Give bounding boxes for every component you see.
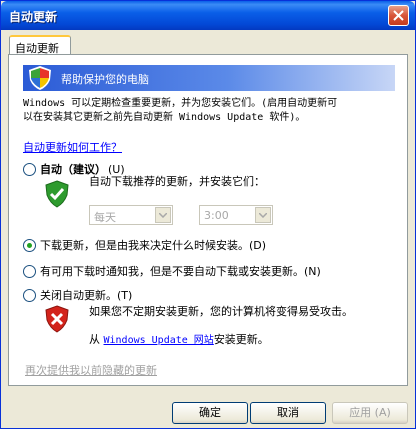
- time-select-value: 3:00: [204, 209, 229, 222]
- how-it-works-link[interactable]: 自动更新如何工作？: [23, 139, 122, 155]
- windows-update-prefix: 从: [89, 333, 100, 346]
- close-button[interactable]: [388, 5, 409, 26]
- radio-turn-off-circle[interactable]: [23, 288, 36, 302]
- green-shield-icon: [45, 180, 69, 208]
- turn-off-warning: 如果您不定期安装更新，您的计算机将变得易受攻击。: [89, 305, 353, 318]
- header-title: 帮助保护您的电脑: [61, 73, 149, 86]
- day-select-arrow[interactable]: [155, 207, 171, 223]
- radio-notify-only-circle[interactable]: [23, 264, 36, 278]
- red-shield-icon: [45, 305, 69, 333]
- tab-auto-update[interactable]: 自动更新: [9, 35, 71, 55]
- offer-hidden-updates-link[interactable]: 再次提供我以前隐藏的更新: [25, 362, 157, 378]
- radio-turn-off-label: 关闭自动更新。(T): [40, 289, 133, 302]
- auto-update-dialog: 自动更新 自动更新 帮助保护您的电脑 Windows 可以定期检查重要更新，并为…: [0, 0, 416, 429]
- description: Windows 可以定期检查重要更新，并为您安装它们。(启用自动更新可 以在安装…: [23, 97, 399, 125]
- close-icon: [393, 10, 404, 21]
- radio-notify-only-label: 有可用下载时通知我，但是不要自动下载或安装更新。(N): [40, 265, 321, 278]
- radio-download-only-label: 下载更新，但是由我来决定什么时候安装。(D): [40, 239, 267, 252]
- radio-automatic-circle[interactable]: [23, 162, 36, 176]
- radio-notify-only[interactable]: 有可用下载时通知我，但是不要自动下载或安装更新。(N): [23, 263, 321, 279]
- description-line-2: 以在安装其它更新之前先自动更新 Windows Update 软件)。: [23, 112, 306, 123]
- windows-update-website-link[interactable]: Windows Update 网站: [104, 335, 214, 346]
- ok-button[interactable]: 确定: [172, 402, 248, 424]
- cancel-button[interactable]: 取消: [250, 402, 326, 424]
- title-bar[interactable]: 自动更新: [1, 1, 415, 30]
- tab-panel: 帮助保护您的电脑 Windows 可以定期检查重要更新，并为您安装它们。(启用自…: [8, 54, 408, 386]
- day-select-value: 每天: [94, 211, 116, 224]
- apply-button[interactable]: 应用 (A): [332, 402, 408, 424]
- automatic-description: 自动下载推荐的更新，并安装它们：: [89, 175, 265, 188]
- description-line-1: Windows 可以定期检查重要更新，并为您安装它们。(启用自动更新可: [23, 98, 338, 109]
- security-shield-icon: [29, 66, 51, 90]
- radio-download-only-circle[interactable]: [23, 238, 36, 252]
- windows-update-line: 从 Windows Update 网站安装更新。: [89, 331, 269, 347]
- day-select[interactable]: 每天: [89, 205, 173, 225]
- header-bar: 帮助保护您的电脑: [23, 65, 395, 91]
- time-select[interactable]: 3:00: [199, 205, 273, 225]
- windows-update-suffix: 安装更新。: [213, 333, 269, 346]
- radio-download-only[interactable]: 下载更新，但是由我来决定什么时候安装。(D): [23, 237, 266, 253]
- window-title: 自动更新: [9, 10, 58, 24]
- time-select-arrow[interactable]: [255, 207, 271, 223]
- chevron-down-icon: [159, 213, 167, 218]
- radio-turn-off[interactable]: 关闭自动更新。(T): [23, 287, 132, 303]
- chevron-down-icon: [259, 213, 267, 218]
